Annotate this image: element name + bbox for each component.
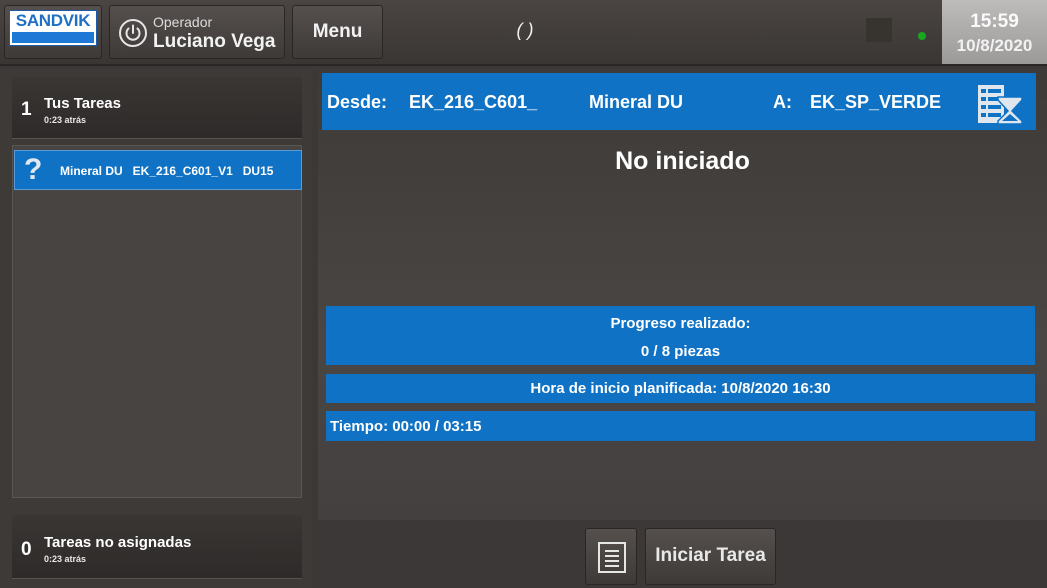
time-text: Tiempo: 00:00 / 03:15 bbox=[330, 418, 481, 435]
sandvik-logo: SANDVIK bbox=[9, 10, 97, 46]
task-sidebar: 1 Tus Tareas 0:23 atrás ? Mineral DU EK_… bbox=[0, 69, 312, 588]
task-item-label: Mineral DU EK_216_C601_V1 DU15 bbox=[60, 164, 273, 178]
planned-start-box: Hora de inicio planificada: 10/8/2020 16… bbox=[326, 374, 1035, 403]
clock-panel: 15:59 10/8/2020 bbox=[942, 0, 1047, 64]
top-bar: SANDVIK Operador Luciano Vega Menu ( ) 1… bbox=[0, 0, 1047, 66]
progress-box: Progreso realizado: 0 / 8 piezas bbox=[326, 306, 1035, 365]
document-button[interactable] bbox=[585, 528, 637, 585]
to-location: EK_SP_VERDE bbox=[810, 92, 941, 113]
operator-name: Luciano Vega bbox=[153, 31, 275, 53]
my-tasks-header[interactable]: 1 Tus Tareas 0:23 atrás bbox=[12, 77, 302, 139]
connection-status-text: ( ) bbox=[500, 20, 550, 46]
unassigned-count: 0 bbox=[21, 539, 32, 561]
indicator-square bbox=[866, 18, 892, 42]
my-tasks-count: 1 bbox=[21, 99, 32, 121]
clock-date: 10/8/2020 bbox=[942, 36, 1047, 56]
power-icon bbox=[118, 18, 148, 48]
task-detail-panel: Desde: EK_216_C601_ Mineral DU A: EK_SP_… bbox=[318, 69, 1047, 520]
time-box: Tiempo: 00:00 / 03:15 bbox=[326, 411, 1035, 441]
material-name: Mineral DU bbox=[589, 92, 683, 113]
route-bar: Desde: EK_216_C601_ Mineral DU A: EK_SP_… bbox=[322, 73, 1036, 130]
from-location: EK_216_C601_ bbox=[409, 92, 537, 113]
unassigned-updated: 0:23 atrás bbox=[44, 554, 86, 564]
task-item[interactable]: ? Mineral DU EK_216_C601_V1 DU15 bbox=[14, 150, 302, 190]
from-label: Desde: bbox=[327, 92, 387, 113]
logo-button[interactable]: SANDVIK bbox=[4, 5, 102, 59]
my-tasks-updated: 0:23 atrás bbox=[44, 115, 86, 125]
unassigned-title: Tareas no asignadas bbox=[44, 534, 191, 551]
status-indicator-dot bbox=[918, 32, 926, 40]
logo-bar bbox=[12, 32, 94, 43]
planned-start-text: Hora de inicio planificada: 10/8/2020 16… bbox=[326, 380, 1035, 397]
operator-button[interactable]: Operador Luciano Vega bbox=[109, 5, 285, 59]
my-tasks-title: Tus Tareas bbox=[44, 95, 121, 112]
logo-text: SANDVIK bbox=[12, 12, 94, 30]
document-icon bbox=[597, 541, 627, 574]
to-label: A: bbox=[773, 92, 792, 113]
task-state-title: No iniciado bbox=[318, 147, 1047, 176]
task-queue-hourglass-icon[interactable] bbox=[976, 83, 1024, 125]
clock-time: 15:59 bbox=[942, 11, 1047, 33]
progress-label: Progreso realizado: bbox=[326, 315, 1035, 332]
task-list[interactable]: ? Mineral DU EK_216_C601_V1 DU15 bbox=[12, 145, 302, 498]
unassigned-tasks-header[interactable]: 0 Tareas no asignadas 0:23 atrás bbox=[12, 515, 302, 579]
question-icon: ? bbox=[24, 153, 42, 187]
progress-value: 0 / 8 piezas bbox=[326, 343, 1035, 360]
menu-button[interactable]: Menu bbox=[292, 5, 383, 59]
operator-label: Operador bbox=[153, 14, 212, 30]
start-task-button[interactable]: Iniciar Tarea bbox=[645, 528, 776, 585]
